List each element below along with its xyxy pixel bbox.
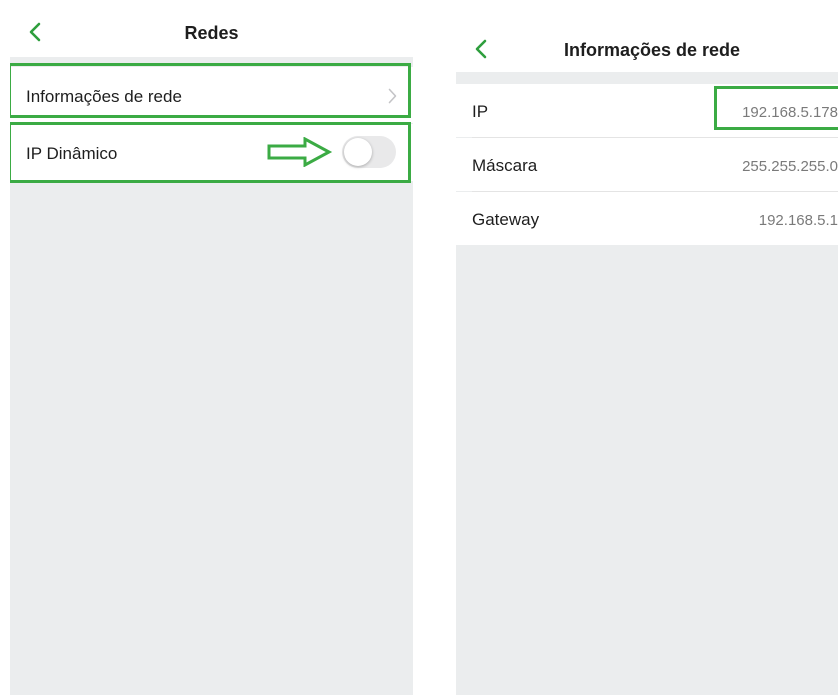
mask-value: 255.255.255.0 [742, 158, 838, 175]
navigation-bar: Redes [10, 0, 413, 57]
highlight-dynamic-ip [10, 122, 411, 183]
network-info-screen: Informações de rede IP 192.168.5.178 Más… [456, 0, 838, 695]
page-title: Informações de rede [564, 40, 741, 60]
redes-screen: Redes Informações de rede IP Dinâmico [10, 0, 413, 695]
ip-label: IP [472, 102, 489, 121]
gateway-label: Gateway [472, 210, 540, 229]
highlight-ip-value [714, 86, 838, 130]
gateway-value: 192.168.5.1 [758, 212, 838, 229]
chevron-left-icon[interactable] [474, 39, 488, 59]
mask-row: Máscara 255.255.255.0 [456, 138, 838, 191]
highlight-network-info [10, 63, 411, 118]
navigation-bar: Informações de rede [456, 0, 838, 72]
page-title: Redes [184, 23, 239, 43]
gateway-row: Gateway 192.168.5.1 [456, 192, 838, 245]
mask-label: Máscara [472, 156, 538, 175]
